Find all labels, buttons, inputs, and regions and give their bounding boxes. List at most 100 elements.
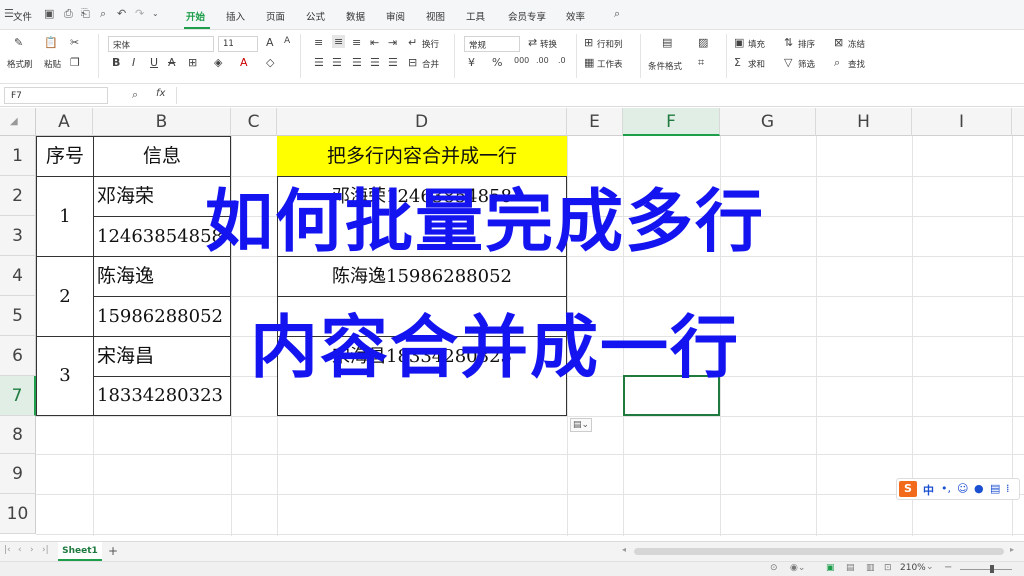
file-menu[interactable]: 文件 (13, 9, 32, 23)
export-icon[interactable]: ⎙ (64, 7, 73, 21)
search-icon[interactable]: ⌕ (614, 7, 620, 21)
select-all-corner[interactable]: ◢ (0, 108, 36, 136)
wrap-icon[interactable]: ↵ (408, 36, 417, 49)
scroll-right-icon[interactable]: ▸ (1010, 545, 1014, 554)
justify-icon[interactable]: ☰ (370, 56, 380, 69)
paste-options-icon[interactable]: ▤⌄ (570, 418, 592, 432)
name-box[interactable]: F7 (4, 87, 108, 104)
bold-icon[interactable]: B (112, 56, 120, 69)
copy-icon[interactable]: ❐ (70, 56, 80, 69)
convert-label[interactable]: 转换 (540, 38, 557, 50)
tab-view[interactable]: 视图 (426, 9, 445, 23)
worksheet-label[interactable]: 工作表 (597, 58, 623, 70)
rows-cols-icon[interactable]: ⊞ (584, 36, 593, 49)
tab-data[interactable]: 数据 (346, 9, 365, 23)
add-sheet-icon[interactable]: + (108, 544, 118, 558)
column-header-i[interactable]: I (912, 108, 1012, 136)
tab-tools[interactable]: 工具 (466, 9, 485, 23)
merge-label[interactable]: 合并 (422, 58, 439, 70)
decrease-font-icon[interactable]: A (284, 36, 290, 46)
number-format-select[interactable]: 常规 (464, 36, 520, 52)
chevron-down-icon[interactable]: ⌄ (152, 9, 159, 18)
worksheet-icon[interactable]: ▦ (584, 56, 594, 69)
row-header-10[interactable]: 10 (0, 494, 36, 534)
outdent-icon[interactable]: ⇤ (370, 36, 379, 49)
freeze-icon[interactable]: ⊠ (834, 36, 843, 49)
tab-review[interactable]: 审阅 (386, 9, 405, 23)
zoom-slider[interactable] (960, 569, 1012, 570)
tab-insert[interactable]: 插入 (226, 9, 245, 23)
font-name-select[interactable]: 宋体 (108, 36, 214, 52)
ime-mode[interactable]: 中 (923, 482, 934, 498)
filter-icon[interactable]: ▽ (784, 56, 792, 69)
align-center-icon[interactable]: ☰ (332, 56, 342, 69)
format-painter-icon[interactable]: ✎ (14, 36, 23, 49)
seq-cell-2[interactable]: 2 (37, 257, 93, 336)
strikethrough-icon[interactable]: A (168, 56, 176, 69)
row-header-7[interactable]: 7 (0, 376, 36, 416)
border-icon[interactable]: ⊞ (188, 56, 197, 69)
merge-icon[interactable]: ⊟ (408, 56, 417, 69)
menu-grid-icon[interactable]: ⁞ (1006, 482, 1010, 495)
tab-start[interactable]: 开始 (186, 9, 205, 23)
column-header-f[interactable]: F (623, 108, 720, 136)
align-middle-icon[interactable]: ≡ (332, 35, 346, 48)
zoom-dropdown-icon[interactable]: ⌄ (926, 562, 934, 572)
page-layout-icon[interactable]: ▤ (846, 563, 855, 573)
column-header-a[interactable]: A (36, 108, 93, 136)
first-sheet-icon[interactable]: |‹ (4, 545, 11, 555)
increase-font-icon[interactable]: A (266, 36, 274, 49)
eye-icon[interactable]: ◉⌄ (790, 563, 805, 573)
filter-label[interactable]: 筛选 (798, 58, 815, 70)
row-header-6[interactable]: 6 (0, 336, 36, 376)
header-info[interactable]: 信息 (94, 137, 230, 176)
convert-icon[interactable]: ⇄ (528, 36, 537, 49)
sort-label[interactable]: 排序 (798, 38, 815, 50)
fx-icon[interactable]: fx (156, 88, 165, 99)
keyboard-icon[interactable]: ▤ (990, 482, 1000, 495)
row-header-5[interactable]: 5 (0, 296, 36, 336)
sheet-tab-sheet1[interactable]: Sheet1 (58, 542, 102, 561)
align-top-icon[interactable]: ≡ (314, 36, 323, 49)
info-phone-2[interactable]: 15986288052 (97, 297, 230, 336)
microphone-icon[interactable]: ● (974, 482, 984, 495)
seq-cell-1[interactable]: 1 (37, 177, 93, 256)
find-label[interactable]: 查找 (848, 58, 865, 70)
row-header-8[interactable]: 8 (0, 416, 36, 454)
font-color-icon[interactable]: A (240, 56, 248, 69)
row-header-3[interactable]: 3 (0, 216, 36, 256)
print-icon[interactable]: ⎗ (81, 7, 90, 21)
align-right-icon[interactable]: ☰ (352, 56, 362, 69)
column-header-d[interactable]: D (277, 108, 567, 136)
indent-icon[interactable]: ⇥ (388, 36, 397, 49)
row-header-2[interactable]: 2 (0, 176, 36, 216)
zoom-lookup-icon[interactable]: ⌕ (132, 88, 138, 102)
column-header-b[interactable]: B (93, 108, 231, 136)
column-header-h[interactable]: H (816, 108, 912, 136)
cond-format-icon[interactable]: ▤ (662, 36, 672, 49)
normal-view-icon[interactable]: ▣ (826, 563, 835, 573)
punctuation-icon[interactable]: •, (941, 482, 951, 495)
sum-icon[interactable]: Σ (734, 56, 741, 69)
horizontal-scrollbar[interactable] (634, 548, 1004, 555)
info-phone-3[interactable]: 18334280323 (97, 377, 230, 415)
redo-icon[interactable]: ↷ (135, 7, 144, 20)
fill-color-icon[interactable]: ◈ (214, 56, 222, 69)
protect-icon[interactable]: ⊙ (770, 563, 778, 573)
merge-title-cell[interactable]: 把多行内容合并成一行 (278, 137, 566, 176)
page-break-icon[interactable]: ▥ (866, 563, 875, 573)
clear-icon[interactable]: ◇ (266, 56, 274, 69)
align-bottom-icon[interactable]: ≡ (352, 36, 361, 49)
distribute-icon[interactable]: ☰ (388, 56, 398, 69)
last-sheet-icon[interactable]: ›| (42, 545, 49, 555)
align-left-icon[interactable]: ☰ (314, 56, 324, 69)
format-painter-label[interactable]: 格式刷 (7, 58, 33, 70)
prev-sheet-icon[interactable]: ‹ (18, 545, 22, 555)
next-sheet-icon[interactable]: › (30, 545, 34, 555)
tab-formula[interactable]: 公式 (306, 9, 325, 23)
decrease-decimal-icon[interactable]: .0 (558, 56, 566, 65)
percent-icon[interactable]: % (492, 56, 502, 69)
rows-cols-label[interactable]: 行和列 (597, 38, 623, 50)
tab-member[interactable]: 会员专享 (508, 9, 546, 23)
tab-efficiency[interactable]: 效率 (566, 9, 585, 23)
